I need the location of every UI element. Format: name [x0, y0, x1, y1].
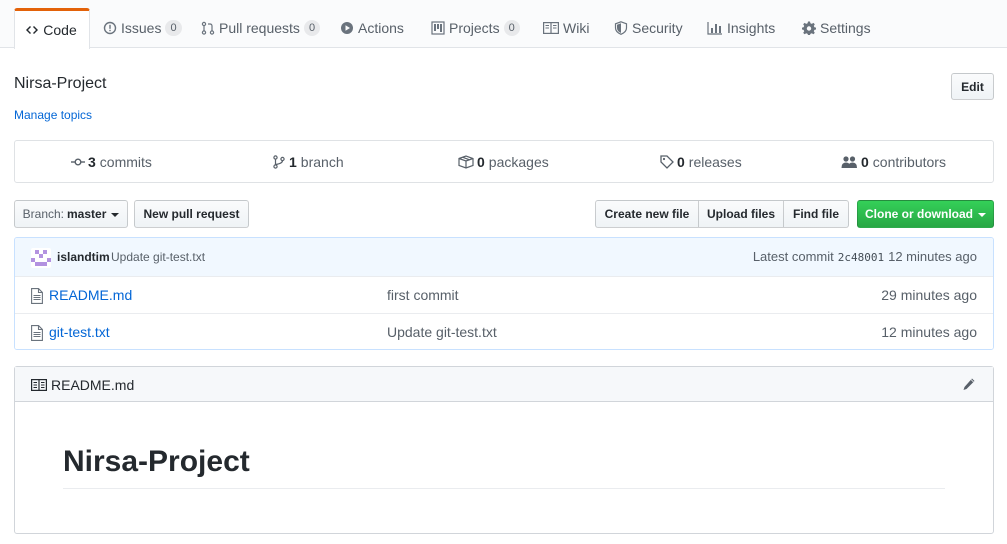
file-list: islandtim Update git-test.txt Latest com… [14, 237, 994, 350]
file-commit-message[interactable]: Update git-test.txt [387, 324, 497, 340]
commit-author[interactable]: islandtim [57, 250, 110, 264]
tab-label: Security [632, 20, 683, 36]
graph-icon [707, 21, 723, 35]
clone-or-download-button[interactable]: Clone or download [857, 200, 994, 228]
table-row: git-test.txt Update git-test.txt 12 minu… [15, 313, 993, 349]
file-name-link[interactable]: README.md [49, 287, 132, 303]
edit-button[interactable]: Edit [951, 73, 994, 100]
tab-label: Wiki [563, 20, 590, 36]
commit-icon [71, 155, 85, 169]
latest-commit-label: Latest commit [752, 249, 834, 264]
commit-message[interactable]: Update git-test.txt [111, 250, 205, 264]
manage-topics-link[interactable]: Manage topics [14, 108, 92, 122]
releases-label: releases [688, 153, 742, 170]
tab-security[interactable]: Security [614, 8, 683, 48]
find-file-button[interactable]: Find file [783, 200, 849, 228]
branch-value: master [67, 207, 107, 221]
play-icon [340, 21, 354, 35]
new-pull-request-button[interactable]: New pull request [134, 200, 249, 228]
tab-insights[interactable]: Insights [707, 8, 775, 48]
tab-issues[interactable]: Issues 0 [103, 8, 182, 48]
people-icon [841, 155, 858, 169]
readme-filename: README.md [51, 377, 135, 393]
repo-nav: Code Issues 0 Pull requests 0 Actions Pr… [0, 0, 1007, 49]
repo-description: Nirsa-Project [14, 75, 107, 92]
shield-icon [614, 21, 628, 35]
commits-label: commits [99, 153, 152, 170]
packages-count: 0 [477, 153, 485, 170]
commit-age: 12 minutes ago [888, 249, 977, 264]
file-age: 29 minutes ago [881, 287, 977, 303]
releases-count: 0 [677, 153, 685, 170]
tab-actions[interactable]: Actions [340, 8, 404, 48]
tag-icon [660, 154, 674, 169]
branches-link[interactable]: 1 branch [272, 141, 344, 182]
book-icon [31, 378, 47, 392]
project-icon [431, 21, 445, 35]
branches-label: branch [300, 153, 344, 170]
pencil-icon[interactable] [962, 377, 976, 393]
file-icon [31, 288, 43, 304]
commits-link[interactable]: 3 commits [71, 141, 152, 182]
chevron-down-icon [111, 213, 120, 217]
commit-sha-link[interactable]: 2c48001 [838, 251, 884, 264]
tab-label: Projects [449, 20, 500, 36]
packages-link[interactable]: 0 packages [458, 141, 549, 182]
tab-label: Insights [727, 20, 776, 36]
tab-label: Actions [358, 20, 404, 36]
create-new-file-button[interactable]: Create new file [595, 200, 699, 228]
book-icon [543, 21, 559, 35]
table-row: README.md first commit 29 minutes ago [15, 276, 993, 313]
tab-label: Issues [121, 20, 162, 36]
packages-label: packages [488, 153, 549, 170]
tab-code[interactable]: Code [14, 8, 90, 49]
upload-files-button[interactable]: Upload files [698, 200, 784, 228]
contributors-count: 0 [861, 153, 869, 170]
tab-projects[interactable]: Projects 0 [431, 8, 520, 48]
avatar[interactable] [31, 248, 51, 268]
clone-label: Clone or download [865, 207, 973, 221]
tab-label: Pull requests [219, 20, 300, 36]
tab-label: Code [43, 22, 77, 38]
contributors-link[interactable]: 0 contributors [841, 141, 946, 182]
file-name-link[interactable]: git-test.txt [49, 324, 110, 340]
tab-label: Settings [820, 20, 871, 36]
releases-link[interactable]: 0 releases [660, 141, 742, 182]
readme-header: README.md [15, 367, 993, 402]
contributors-label: contributors [872, 153, 946, 170]
branch-icon [272, 154, 286, 169]
gear-icon [802, 21, 816, 35]
pull-requests-counter: 0 [303, 20, 321, 36]
tab-pull-requests[interactable]: Pull requests 0 [201, 8, 321, 48]
branches-count: 1 [289, 153, 297, 170]
tab-settings[interactable]: Settings [802, 8, 871, 48]
readme-heading: Nirsa-Project [63, 445, 945, 489]
tab-wiki[interactable]: Wiki [543, 8, 589, 48]
commits-count: 3 [88, 153, 96, 170]
numbers-summary: 3 commits 1 branch 0 packages 0 releases… [14, 140, 994, 183]
branch-select-button[interactable]: Branch: master [14, 200, 128, 228]
branch-prefix: Branch: [22, 207, 64, 221]
file-commit-message[interactable]: first commit [387, 287, 459, 303]
readme-box: README.md Nirsa-Project [14, 366, 994, 534]
chevron-down-icon [978, 213, 986, 217]
commit-tease: islandtim Update git-test.txt Latest com… [15, 238, 993, 277]
file-age: 12 minutes ago [881, 324, 977, 340]
projects-counter: 0 [503, 20, 520, 36]
pull-request-icon [201, 21, 215, 35]
issue-icon [103, 21, 117, 35]
issues-counter: 0 [165, 20, 182, 36]
package-icon [458, 154, 474, 169]
code-icon [25, 23, 39, 37]
file-icon [31, 325, 43, 341]
latest-commit-info: Latest commit 2c48001 12 minutes ago [753, 249, 977, 264]
